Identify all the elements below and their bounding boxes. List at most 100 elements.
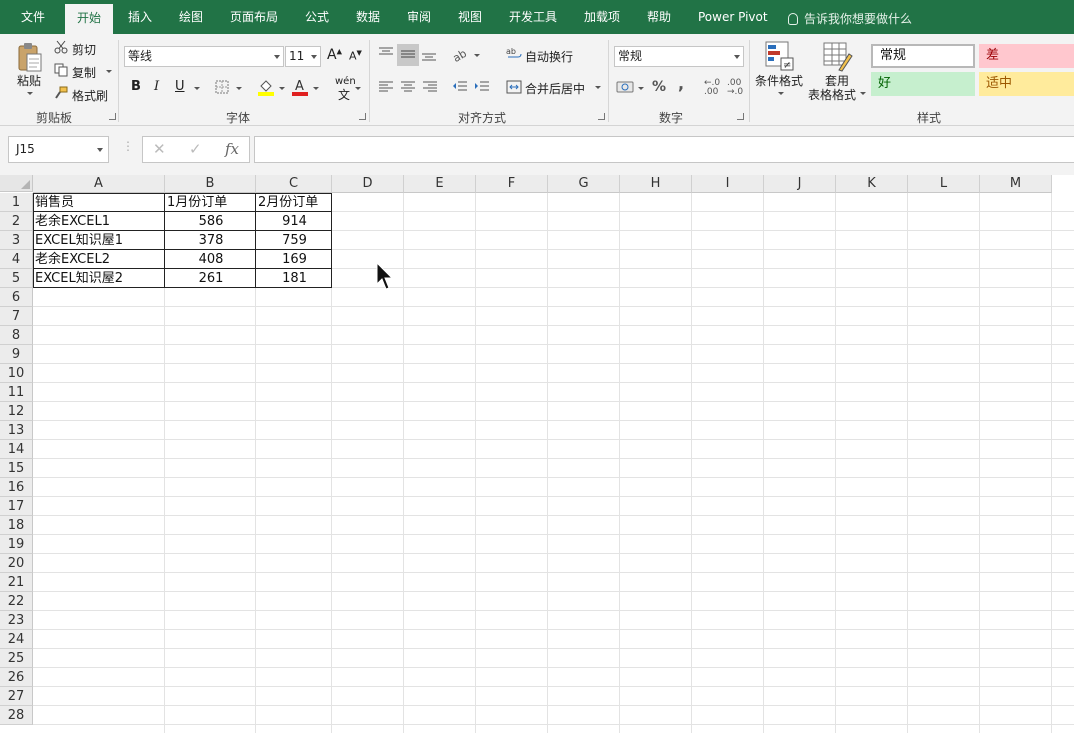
tab-data[interactable]: 数据 — [356, 0, 380, 34]
column-header-l[interactable]: L — [908, 175, 980, 193]
format-as-table-dropdown-arrow[interactable] — [860, 92, 866, 95]
row-header-10[interactable]: 10 — [0, 364, 33, 383]
tab-insert[interactable]: 插入 — [128, 0, 152, 34]
header-cell[interactable]: 2月份订单 — [258, 193, 331, 212]
row-header-21[interactable]: 21 — [0, 573, 33, 592]
row-header-24[interactable]: 24 — [0, 630, 33, 649]
cancel-icon[interactable]: ✕ — [153, 140, 166, 158]
bold-button[interactable]: B — [131, 79, 141, 94]
row-header-20[interactable]: 20 — [0, 554, 33, 573]
row-header-25[interactable]: 25 — [0, 649, 33, 668]
border-dropdown-arrow[interactable] — [236, 87, 242, 90]
select-all-button[interactable] — [0, 175, 33, 192]
cut-button[interactable]: 剪切 — [72, 41, 96, 58]
row-header-4[interactable]: 4 — [0, 250, 33, 269]
row-header-14[interactable]: 14 — [0, 440, 33, 459]
row-header-23[interactable]: 23 — [0, 611, 33, 630]
row-header-3[interactable]: 3 — [0, 231, 33, 250]
tab-home[interactable]: 开始 — [65, 4, 113, 34]
tab-view[interactable]: 视图 — [458, 0, 482, 34]
column-header-j[interactable]: J — [764, 175, 836, 193]
increase-font-size-icon[interactable]: A▲ — [327, 47, 342, 63]
header-cell[interactable]: 销售员 — [35, 193, 164, 212]
font-name-combo[interactable]: 等线 — [124, 46, 284, 67]
orientation-dropdown-arrow[interactable] — [474, 54, 480, 57]
table-cell[interactable]: 老余EXCEL2 — [35, 250, 164, 269]
name-box[interactable]: J15 — [8, 136, 109, 163]
border-icon[interactable] — [215, 80, 229, 97]
font-size-combo[interactable]: 11 — [285, 46, 321, 67]
row-header-15[interactable]: 15 — [0, 459, 33, 478]
column-header-a[interactable]: A — [33, 175, 165, 193]
increase-indent-icon[interactable] — [474, 80, 490, 97]
row-header-26[interactable]: 26 — [0, 668, 33, 687]
conditional-format-dropdown-arrow[interactable] — [778, 92, 784, 95]
column-header-m[interactable]: M — [980, 175, 1052, 193]
row-header-22[interactable]: 22 — [0, 592, 33, 611]
row-header-12[interactable]: 12 — [0, 402, 33, 421]
header-cell[interactable]: 1月份订单 — [167, 193, 255, 212]
row-header-18[interactable]: 18 — [0, 516, 33, 535]
comma-style-button[interactable]: , — [678, 74, 684, 93]
align-right-icon[interactable] — [422, 80, 438, 97]
row-header-19[interactable]: 19 — [0, 535, 33, 554]
table-cell[interactable]: 378 — [167, 231, 255, 250]
row-header-7[interactable]: 7 — [0, 307, 33, 326]
align-center-icon[interactable] — [400, 80, 416, 97]
font-color-dropdown-arrow[interactable] — [313, 87, 319, 90]
align-left-icon[interactable] — [378, 80, 394, 97]
table-cell[interactable]: 759 — [258, 231, 331, 250]
chevron-down-icon[interactable] — [311, 55, 317, 59]
decrease-font-size-icon[interactable]: A▼ — [349, 49, 362, 63]
tab-draw[interactable]: 绘图 — [179, 0, 203, 34]
number-dialog-launcher[interactable] — [737, 113, 744, 120]
style-bad[interactable]: 差 — [979, 44, 1074, 68]
row-header-11[interactable]: 11 — [0, 383, 33, 402]
column-header-g[interactable]: G — [548, 175, 620, 193]
format-as-table-button[interactable]: 表格格式 — [808, 86, 856, 103]
row-header-9[interactable]: 9 — [0, 345, 33, 364]
decrease-decimal-icon[interactable]: .00 →.0 — [727, 79, 743, 97]
column-header-i[interactable]: I — [692, 175, 764, 193]
underline-dropdown-arrow[interactable] — [194, 87, 200, 90]
row-header-27[interactable]: 27 — [0, 687, 33, 706]
tab-developer[interactable]: 开发工具 — [509, 0, 557, 34]
copy-dropdown-arrow[interactable] — [106, 70, 112, 73]
table-cell[interactable]: 169 — [258, 250, 331, 269]
fill-color-dropdown-arrow[interactable] — [279, 87, 285, 90]
chevron-down-icon[interactable] — [274, 55, 280, 59]
increase-decimal-icon[interactable]: ←.0.00 — [704, 79, 720, 97]
table-cell[interactable]: 914 — [258, 212, 331, 231]
font-color-icon[interactable]: A — [291, 78, 309, 99]
column-header-f[interactable]: F — [476, 175, 548, 193]
chevron-down-icon[interactable] — [734, 55, 740, 59]
column-header-e[interactable]: E — [404, 175, 476, 193]
underline-button[interactable]: U — [175, 79, 185, 94]
table-cell[interactable]: 586 — [167, 212, 255, 231]
column-header-c[interactable]: C — [256, 175, 332, 193]
italic-button[interactable]: I — [154, 79, 159, 94]
column-header-k[interactable]: K — [836, 175, 908, 193]
column-header-h[interactable]: H — [620, 175, 692, 193]
table-cell[interactable]: EXCEL知识屋1 — [35, 231, 164, 250]
table-cell[interactable]: 408 — [167, 250, 255, 269]
row-header-1[interactable]: 1 — [0, 193, 33, 212]
tab-file[interactable]: 文件 — [21, 0, 45, 34]
row-header-17[interactable]: 17 — [0, 497, 33, 516]
font-dialog-launcher[interactable] — [359, 113, 366, 120]
percent-style-button[interactable]: % — [652, 79, 666, 95]
number-format-combo[interactable]: 常规 — [614, 46, 744, 67]
phonetic-dropdown-arrow[interactable] — [355, 87, 361, 90]
accounting-dropdown-arrow[interactable] — [638, 87, 644, 90]
spreadsheet-grid[interactable]: A B C D E F G H I J K L M 1 2 3 4 5 6 7 8 9 10 11 12 13 14 15 16 17 18… — [0, 175, 1074, 733]
style-neutral[interactable]: 适中 — [979, 72, 1074, 96]
align-middle-icon[interactable] — [397, 44, 419, 66]
align-top-icon[interactable] — [378, 46, 394, 63]
fill-color-icon[interactable] — [257, 78, 275, 99]
row-header-6[interactable]: 6 — [0, 288, 33, 307]
tab-addins[interactable]: 加载项 — [584, 0, 620, 34]
tab-page-layout[interactable]: 页面布局 — [230, 0, 278, 34]
tab-help[interactable]: 帮助 — [647, 0, 671, 34]
row-header-2[interactable]: 2 — [0, 212, 33, 231]
row-header-28[interactable]: 28 — [0, 706, 33, 725]
